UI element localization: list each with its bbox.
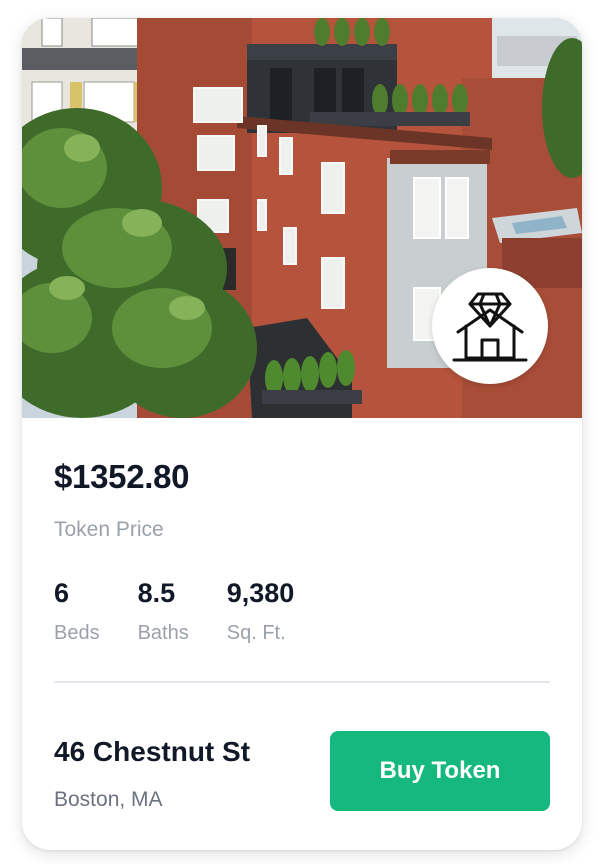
stat-baths: 8.5 Baths (138, 576, 189, 646)
property-type-badge (432, 268, 548, 384)
token-price-label: Token Price (54, 518, 164, 541)
divider (54, 681, 550, 683)
property-stats: 6 Beds 8.5 Baths 9,380 Sq. Ft. (54, 576, 332, 646)
buy-token-button[interactable]: Buy Token (330, 731, 550, 811)
stat-beds: 6 Beds (54, 576, 100, 646)
baths-value: 8.5 (137, 578, 176, 608)
beds-value: 6 (54, 578, 70, 608)
property-address: 46 Chestnut St (54, 736, 251, 767)
sqft-value: 9,380 (226, 578, 295, 608)
property-city: Boston, MA (54, 788, 163, 811)
beds-label: Beds (54, 622, 100, 644)
property-card[interactable]: $1352.80 Token Price 6 Beds 8.5 Baths 9,… (22, 18, 582, 850)
baths-label: Baths (137, 622, 189, 644)
token-price: $1352.80 (54, 458, 190, 495)
sqft-label: Sq. Ft. (226, 622, 286, 644)
diamond-house-icon (452, 292, 528, 362)
stat-sqft: 9,380 Sq. Ft. (227, 576, 295, 646)
